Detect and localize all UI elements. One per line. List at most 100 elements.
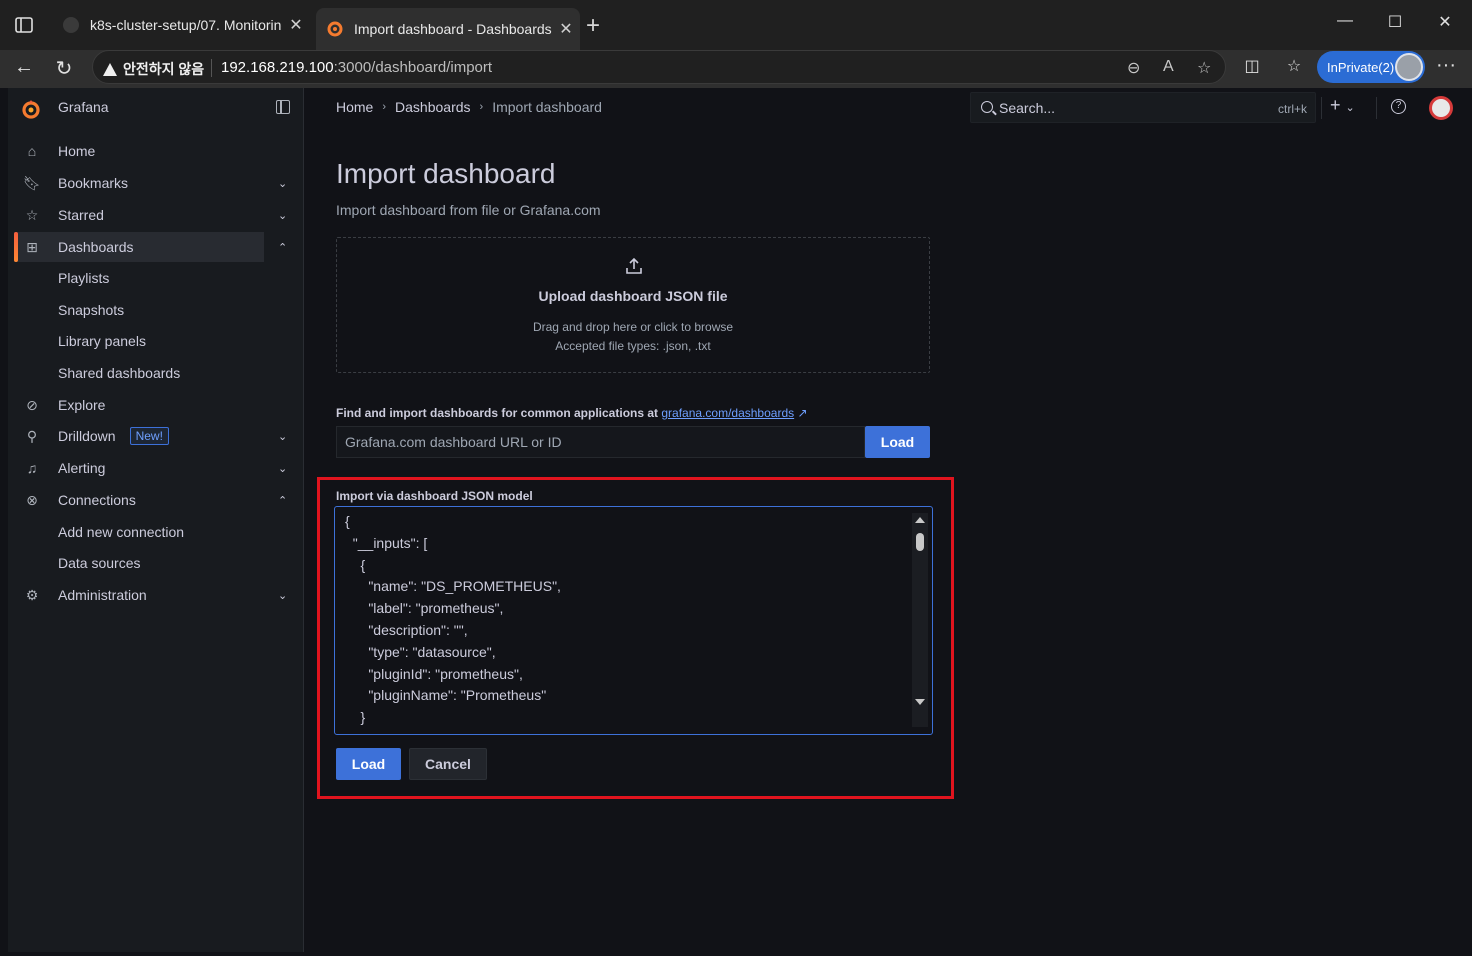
help-icon[interactable]: ? bbox=[1391, 99, 1406, 114]
json-line: { bbox=[345, 513, 350, 529]
tab-actions-icon[interactable] bbox=[14, 15, 34, 35]
json-line: "__inputs": [ bbox=[345, 534, 428, 551]
nav-add-new-connection[interactable]: Add new connection bbox=[14, 517, 264, 547]
sidebar: Grafana ⌂ Home 🔖︎ Bookmarks ⌄ ☆ Starred ⌄ ⊞… bbox=[8, 88, 304, 952]
external-link-icon[interactable]: ↗ bbox=[797, 406, 807, 420]
nav-starred[interactable]: ☆ Starred bbox=[14, 200, 264, 230]
nav-alerting[interactable]: ♫ Alerting bbox=[14, 453, 264, 483]
bookmark-icon: 🔖︎ bbox=[23, 174, 41, 191]
nav-snapshots[interactable]: Snapshots bbox=[14, 295, 264, 325]
chevron-right-icon: › bbox=[382, 101, 387, 113]
json-model-label: Import via dashboard JSON model bbox=[336, 489, 533, 503]
bell-icon: ♫ bbox=[26, 460, 38, 476]
scrollbar[interactable] bbox=[912, 513, 928, 727]
breadcrumb-current: Import dashboard bbox=[492, 99, 602, 115]
json-model-content: { "__inputs": [ { "name": "DS_PROMETHEUS… bbox=[345, 511, 561, 729]
apps-grid-icon: ⊞ bbox=[26, 238, 38, 255]
chevron-down-icon[interactable]: ⌄ bbox=[278, 177, 287, 190]
nav-dashboards[interactable]: ⊞ Dashboards bbox=[14, 232, 264, 262]
grafana-app: Grafana ⌂ Home 🔖︎ Bookmarks ⌄ ☆ Starred ⌄ ⊞… bbox=[8, 88, 1466, 952]
security-warning[interactable]: 안전하지 않음 bbox=[103, 59, 204, 79]
back-icon[interactable]: ← bbox=[10, 56, 38, 82]
close-tab-icon[interactable]: ✕ bbox=[282, 15, 310, 35]
chevron-up-icon[interactable]: ⌃ bbox=[278, 494, 287, 507]
avatar bbox=[1395, 53, 1423, 81]
chevron-down-icon[interactable]: ⌄ bbox=[278, 430, 287, 443]
dock-menu-icon[interactable] bbox=[276, 100, 290, 114]
grafana-logo-icon[interactable] bbox=[20, 98, 42, 120]
chevron-up-icon[interactable]: ⌃ bbox=[278, 241, 287, 254]
page-title: Import dashboard bbox=[336, 158, 556, 189]
breadcrumb-home[interactable]: Home bbox=[336, 99, 373, 115]
nav-home[interactable]: ⌂ Home bbox=[14, 136, 264, 166]
favorite-star-icon[interactable]: ☆ bbox=[1197, 58, 1211, 78]
search-input[interactable]: Search... ctrl+k bbox=[970, 92, 1316, 123]
chevron-down-icon[interactable]: ⌄ bbox=[278, 209, 287, 222]
grafana-com-link[interactable]: grafana.com/dashboards bbox=[661, 406, 794, 420]
more-menu-icon[interactable]: ··· bbox=[1436, 54, 1456, 77]
json-line: "type": "datasource", bbox=[345, 643, 496, 660]
search-icon bbox=[981, 101, 993, 113]
grafana-com-url-input[interactable]: Grafana.com dashboard URL or ID bbox=[336, 426, 865, 458]
nav-bookmarks[interactable]: 🔖︎ Bookmarks bbox=[14, 168, 264, 198]
browser-addressbar: ← ↻ 안전하지 않음 192.168.219.100:3000/dashboa… bbox=[0, 50, 1472, 88]
chevron-right-icon: › bbox=[479, 101, 484, 113]
chevron-down-icon[interactable]: ⌄ bbox=[278, 462, 287, 475]
brand-name[interactable]: Grafana bbox=[58, 99, 109, 115]
json-line: } bbox=[345, 709, 366, 726]
github-icon bbox=[63, 17, 79, 33]
url-text[interactable]: 192.168.219.100:3000/dashboard/import bbox=[221, 59, 492, 76]
load-json-button[interactable]: Load bbox=[336, 748, 401, 780]
breadcrumb-dashboards[interactable]: Dashboards bbox=[395, 99, 471, 115]
browser-tab-github[interactable]: k8s-cluster-setup/07. Monitoring/ ✕ bbox=[52, 8, 310, 42]
upload-hint: Drag and drop here or click to browse bbox=[532, 320, 734, 334]
close-window-icon[interactable]: ✕ bbox=[1422, 12, 1468, 32]
json-line: "name": "DS_PROMETHEUS", bbox=[345, 578, 561, 595]
user-avatar[interactable] bbox=[1429, 96, 1453, 120]
upload-icon bbox=[626, 257, 642, 274]
add-new-menu-icon[interactable]: + ⌄ bbox=[1330, 95, 1355, 116]
nav-drilldown[interactable]: ⚲ Drilldown New! bbox=[14, 421, 264, 451]
new-badge: New! bbox=[129, 427, 169, 445]
zoom-icon[interactable]: ⊖ bbox=[1127, 58, 1140, 78]
nav-administration[interactable]: ⚙ Administration bbox=[14, 580, 264, 610]
nav-explore[interactable]: ⊘ Explore bbox=[14, 390, 264, 420]
tab-title: Import dashboard - Dashboards - bbox=[354, 21, 552, 37]
cancel-button[interactable]: Cancel bbox=[409, 748, 487, 780]
scroll-up-icon[interactable] bbox=[915, 517, 925, 523]
nav-connections[interactable]: ⊗ Connections bbox=[14, 485, 264, 515]
url-bar[interactable]: 안전하지 않음 192.168.219.100:3000/dashboard/i… bbox=[92, 50, 1226, 84]
favorites-icon[interactable]: ☆ bbox=[1280, 56, 1308, 82]
nav-library-panels[interactable]: Library panels bbox=[14, 326, 264, 356]
json-line: "description": "", bbox=[345, 621, 468, 638]
search-shortcut: ctrl+k bbox=[1277, 102, 1307, 116]
chevron-down-icon[interactable]: ⌄ bbox=[278, 589, 287, 602]
json-model-textarea[interactable]: { "__inputs": [ { "name": "DS_PROMETHEUS… bbox=[334, 506, 933, 735]
inprivate-profile-button[interactable]: InPrivate(2) bbox=[1317, 51, 1425, 83]
load-grafana-com-button[interactable]: Load bbox=[865, 426, 930, 458]
breadcrumb: Home › Dashboards › Import dashboard bbox=[336, 99, 602, 115]
json-line: "label": "prometheus", bbox=[345, 600, 504, 617]
compass-icon: ⊘ bbox=[26, 396, 38, 413]
grafana-com-label: Find and import dashboards for common ap… bbox=[336, 406, 808, 420]
nav-shared-dashboards[interactable]: Shared dashboards bbox=[14, 358, 264, 388]
close-tab-icon[interactable]: ✕ bbox=[552, 19, 580, 39]
link-icon: ⊗ bbox=[26, 491, 38, 508]
upload-dropzone[interactable]: Upload dashboard JSON file Drag and drop… bbox=[336, 237, 930, 373]
tab-title: k8s-cluster-setup/07. Monitoring/ bbox=[90, 17, 282, 33]
nav-data-sources[interactable]: Data sources bbox=[14, 548, 264, 578]
browser-tab-grafana[interactable]: Import dashboard - Dashboards - ✕ bbox=[316, 8, 580, 50]
page-subtitle: Import dashboard from file or Grafana.co… bbox=[336, 202, 601, 218]
scroll-thumb[interactable] bbox=[916, 533, 924, 551]
new-tab-icon[interactable]: + bbox=[586, 12, 600, 40]
minimize-icon[interactable]: — bbox=[1322, 12, 1368, 30]
home-icon: ⌂ bbox=[27, 143, 37, 159]
maximize-icon[interactable]: ☐ bbox=[1372, 12, 1418, 32]
search-placeholder: Search... bbox=[999, 100, 1056, 116]
split-screen-icon[interactable]: ◫ bbox=[1238, 56, 1266, 82]
json-line: "pluginId": "prometheus", bbox=[345, 665, 523, 682]
scroll-down-icon[interactable] bbox=[915, 699, 925, 705]
refresh-icon[interactable]: ↻ bbox=[50, 56, 78, 82]
read-aloud-icon[interactable]: A bbox=[1163, 58, 1174, 76]
nav-playlists[interactable]: Playlists bbox=[14, 263, 264, 293]
